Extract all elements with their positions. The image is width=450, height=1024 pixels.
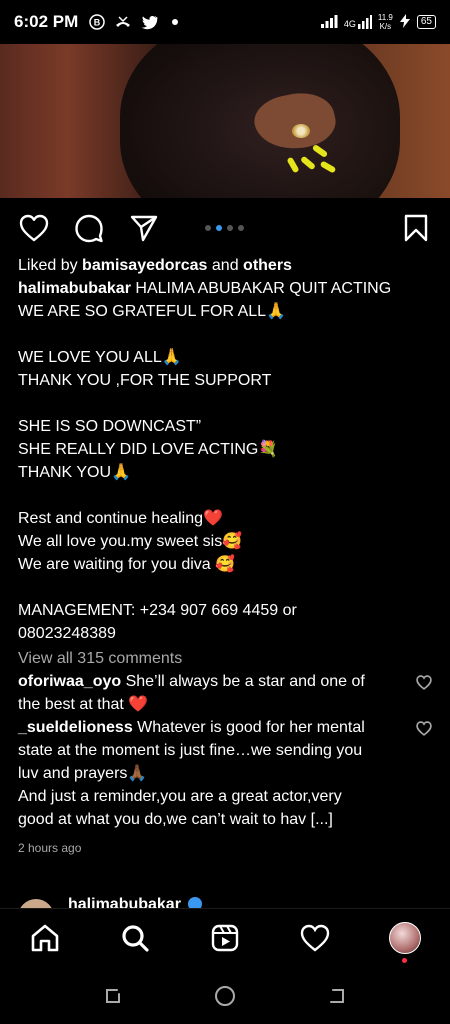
twitter-icon — [140, 13, 158, 31]
comment-item: _sueldelioness Whatever is good for her … — [18, 716, 438, 831]
net-speed: 11.9 K/s — [378, 13, 393, 31]
recents-icon[interactable] — [101, 984, 125, 1008]
comment-user[interactable]: _sueldelioness — [18, 719, 133, 736]
post-actions — [0, 204, 450, 250]
comment-icon[interactable] — [73, 212, 105, 244]
reels-icon[interactable] — [209, 922, 241, 954]
comment-like-heart-icon[interactable] — [416, 720, 432, 736]
caption-line: MANAGEMENT: +234 907 669 4459 or — [18, 602, 297, 619]
comment-line: _sueldelioness Whatever is good for her … — [18, 716, 404, 739]
caption-line: We are waiting for you diva 🥰 — [18, 556, 236, 573]
view-all-comments-link[interactable]: View all 315 comments — [18, 647, 438, 670]
signal-icon — [320, 14, 338, 31]
caption-line: THANK YOU🙏 — [18, 464, 131, 481]
caption-first-line: halimabubakar HALIMA ABUBAKAR QUIT ACTIN… — [18, 277, 438, 300]
comment-text: Whatever is good for her mental — [132, 719, 365, 736]
carousel-dot — [238, 225, 244, 231]
battery-level: 65 — [420, 16, 432, 27]
comment-line: state at the moment is just fine…we send… — [18, 742, 363, 759]
post-timestamp: 2 hours ago — [18, 841, 82, 855]
carousel-dot — [205, 225, 211, 231]
caption-line: 08023248389 — [18, 625, 116, 642]
home-button-icon[interactable] — [213, 984, 237, 1008]
system-nav-bar — [0, 966, 450, 1024]
comment-item: oforiwaa_oyo She’ll always be a star and… — [18, 670, 438, 716]
bottom-nav — [0, 908, 450, 966]
caption-line: THANK YOU ,FOR THE SUPPORT — [18, 372, 272, 389]
caption-line — [18, 392, 438, 415]
net-speed-value: 11.9 — [377, 13, 393, 22]
caption-line: WE LOVE YOU ALL🙏 — [18, 349, 182, 366]
signal-4g-icon: 4G — [344, 15, 372, 29]
comment-line: luv and prayers🙏🏾 — [18, 765, 148, 782]
liked-by-prefix: Liked by — [18, 257, 83, 274]
like-heart-icon[interactable] — [18, 212, 50, 244]
caption-text: HALIMA ABUBAKAR QUIT ACTING — [130, 280, 392, 297]
caption-line: SHE IS SO DOWNCAST” — [18, 418, 202, 435]
comment-line: oforiwaa_oyo She’ll always be a star and… — [18, 670, 404, 693]
liked-by-and: and — [207, 257, 244, 274]
profile-avatar[interactable] — [389, 922, 421, 954]
comment-line[interactable]: good at what you do,we can’t wait to hav… — [18, 808, 404, 831]
comment-user[interactable]: oforiwaa_oyo — [18, 673, 121, 690]
likes-line: Liked by bamisayedorcas and others — [18, 254, 438, 277]
share-icon[interactable] — [128, 212, 160, 244]
comment-line: the best at that ❤️ — [18, 696, 149, 713]
carousel-dot — [227, 225, 233, 231]
activity-heart-icon[interactable] — [299, 922, 331, 954]
caption-line: Rest and continue healing❤️ — [18, 510, 223, 527]
status-time: 6:02 PM — [14, 12, 79, 31]
home-icon[interactable] — [29, 922, 61, 954]
profile-notification-dot — [402, 958, 407, 963]
photo-ring — [292, 124, 310, 138]
post-content: Liked by bamisayedorcas and others halim… — [18, 254, 438, 860]
caption-line: SHE REALLY DID LOVE ACTING💐 — [18, 441, 279, 458]
liked-by-others[interactable]: others — [243, 257, 292, 274]
caption-line — [18, 484, 438, 507]
back-icon[interactable] — [325, 984, 349, 1008]
liked-by-user[interactable]: bamisayedorcas — [82, 257, 207, 274]
notification-dot-icon — [166, 13, 184, 31]
status-bar: 6:02 PM B 4G 11.9 K/s 65 — [0, 0, 450, 44]
post-photo[interactable] — [0, 44, 450, 198]
comment-text: She’ll always be a star and one of — [121, 673, 365, 690]
carousel-dot-active — [216, 225, 222, 231]
b-app-icon: B — [88, 13, 106, 31]
save-bookmark-icon[interactable] — [400, 212, 432, 244]
caption-line: We all love you.my sweet sis🥰 — [18, 533, 243, 550]
charging-icon — [399, 13, 411, 31]
search-icon[interactable] — [119, 922, 151, 954]
network-type: 4G — [343, 19, 356, 29]
caption-author[interactable]: halimabubakar — [18, 280, 131, 297]
svg-text:B: B — [94, 18, 101, 28]
profile-tab[interactable] — [389, 922, 421, 963]
carousel-indicator — [205, 225, 244, 231]
caption-line: WE ARE SO GRATEFUL FOR ALL🙏 — [18, 303, 286, 320]
status-right: 4G 11.9 K/s 65 — [320, 13, 436, 31]
comment-like-heart-icon[interactable] — [416, 674, 432, 690]
comment-line: And just a reminder,you are a great acto… — [18, 788, 342, 805]
caption-line — [18, 576, 438, 599]
caption-line — [18, 323, 438, 346]
battery-icon: 65 — [416, 15, 436, 29]
missed-call-icon — [114, 13, 132, 31]
net-speed-unit: K/s — [379, 22, 392, 31]
